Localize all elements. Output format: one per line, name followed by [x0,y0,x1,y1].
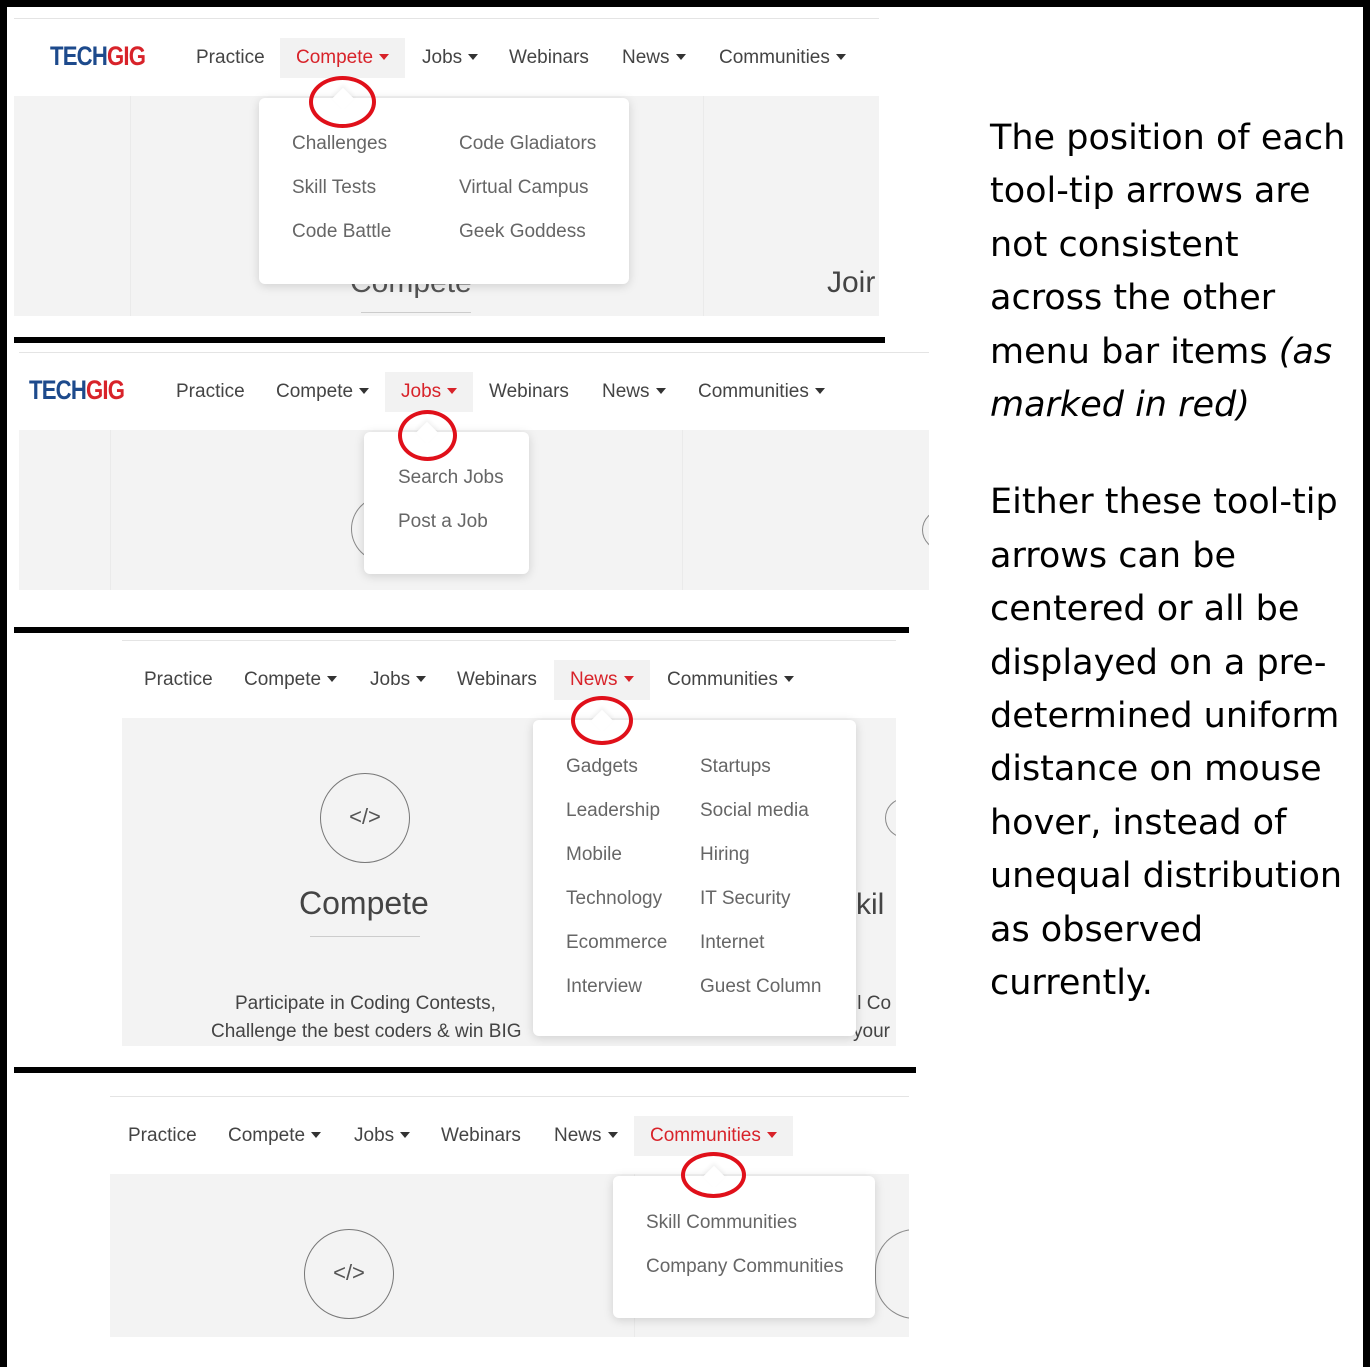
navbar: TECHGIG Practice Compete Jobs Webinars N… [19,352,929,431]
panel-news: Practice Compete Jobs Webinars News Comm… [122,640,896,1046]
separator [14,1067,916,1073]
card-text-partial-right: ll Co [853,993,892,1014]
caret-down-icon [655,387,666,394]
nav-compete[interactable]: Compete [228,1116,322,1156]
menu-item-social-media[interactable]: Social media [700,800,809,822]
caret-down-icon [359,387,370,394]
card-description-line2: Challenge the best coders & win BIG [211,1021,522,1042]
caret-down-icon [766,1131,777,1138]
caret-down-icon [447,387,458,394]
navbar: TECHGIG Practice Compete Jobs Webinars N… [14,18,879,97]
menu-item-skill-communities[interactable]: Skill Communities [646,1212,797,1234]
card-title: Compete [299,885,429,921]
red-marker-circle [309,76,376,128]
panel-compete: TECHGIG Practice Compete Jobs Webinars N… [14,18,879,316]
annotation-para2: Either these tool-tip arrows can be cent… [990,482,1343,1004]
nav-communities[interactable]: Communities [719,38,846,78]
annotation-para1: The position of each tool-tip arrows are… [990,118,1346,426]
menu-item-it-security[interactable]: IT Security [700,888,790,910]
menu-item-virtual-campus[interactable]: Virtual Campus [459,177,589,199]
nav-communities[interactable]: Communities [698,372,825,412]
caret-down-icon [783,675,794,682]
caret-down-icon [468,53,479,60]
red-marker-circle [398,410,457,461]
nav-webinars[interactable]: Webinars [457,660,537,700]
menu-item-technology[interactable]: Technology [566,888,662,910]
panel-communities: Practice Compete Jobs Webinars News Comm… [110,1096,909,1337]
annotation-note: The position of each tool-tip arrows are… [990,112,1360,1011]
communities-dropdown: Skill Communities Company Communities [613,1165,875,1318]
nav-practice[interactable]: Practice [176,372,245,412]
nav-jobs[interactable]: Jobs [385,372,474,412]
nav-communities[interactable]: Communities [667,660,794,700]
caret-down-icon [814,387,825,394]
navbar: Practice Compete Jobs Webinars News Comm… [122,640,896,719]
menu-item-leadership[interactable]: Leadership [566,800,660,822]
card-title-partial-right: Joir [827,266,876,299]
nav-practice[interactable]: Practice [144,660,213,700]
menu-item-internet[interactable]: Internet [700,932,764,954]
menu-item-code-battle[interactable]: Code Battle [292,221,391,243]
nav-webinars[interactable]: Webinars [441,1116,521,1156]
nav-jobs[interactable]: Jobs [354,1116,411,1156]
caret-down-icon [311,1131,322,1138]
nav-webinars[interactable]: Webinars [509,38,589,78]
menu-item-company-communities[interactable]: Company Communities [646,1256,843,1278]
caret-down-icon [379,53,390,60]
code-icon: </> [320,773,410,863]
menu-item-interview[interactable]: Interview [566,976,642,998]
caret-down-icon [675,53,686,60]
nav-news[interactable]: News [622,38,686,78]
card-description-line1: Participate in Coding Contests, [235,993,496,1014]
nav-webinars[interactable]: Webinars [489,372,569,412]
caret-down-icon [607,1131,618,1138]
code-icon: </> [304,1229,394,1319]
red-marker-circle [571,696,633,745]
caret-down-icon [623,675,634,682]
nav-practice[interactable]: Practice [196,38,265,78]
separator [14,627,909,633]
menu-item-guest-column[interactable]: Guest Column [700,976,821,998]
menu-item-hiring[interactable]: Hiring [700,844,750,866]
menu-item-post-a-job[interactable]: Post a Job [398,511,488,533]
caret-down-icon [835,53,846,60]
menu-item-ecommerce[interactable]: Ecommerce [566,932,667,954]
separator [14,337,885,343]
menu-item-mobile[interactable]: Mobile [566,844,622,866]
caret-down-icon [327,675,338,682]
techgig-logo[interactable]: TECHGIG [29,375,125,406]
techgig-logo[interactable]: TECHGIG [50,41,146,72]
caret-down-icon [416,675,427,682]
panel-jobs: TECHGIG Practice Compete Jobs Webinars N… [19,352,929,590]
red-marker-circle [681,1152,746,1198]
nav-news[interactable]: News [554,660,650,700]
news-dropdown: Gadgets Startups Leadership Social media… [533,709,856,1036]
compete-dropdown: Challenges Code Gladiators Skill Tests V… [259,87,629,284]
nav-communities[interactable]: Communities [634,1116,793,1156]
menu-item-geek-goddess[interactable]: Geek Goddess [459,221,586,243]
nav-news[interactable]: News [602,372,666,412]
caret-down-icon [400,1131,411,1138]
menu-item-skill-tests[interactable]: Skill Tests [292,177,376,199]
nav-news[interactable]: News [554,1116,618,1156]
card-text-partial-right: your [853,1021,890,1042]
navbar: Practice Compete Jobs Webinars News Comm… [110,1096,909,1175]
nav-jobs[interactable]: Jobs [422,38,479,78]
nav-compete[interactable]: Compete [244,660,338,700]
menu-item-startups[interactable]: Startups [700,756,771,778]
nav-jobs[interactable]: Jobs [370,660,427,700]
menu-item-gadgets[interactable]: Gadgets [566,756,638,778]
menu-item-code-gladiators[interactable]: Code Gladiators [459,133,596,155]
nav-compete[interactable]: Compete [280,38,406,78]
nav-practice[interactable]: Practice [128,1116,197,1156]
nav-compete[interactable]: Compete [276,372,370,412]
menu-item-challenges[interactable]: Challenges [292,133,387,155]
menu-item-search-jobs[interactable]: Search Jobs [398,467,504,489]
card-title-partial-right: kil [856,888,885,921]
